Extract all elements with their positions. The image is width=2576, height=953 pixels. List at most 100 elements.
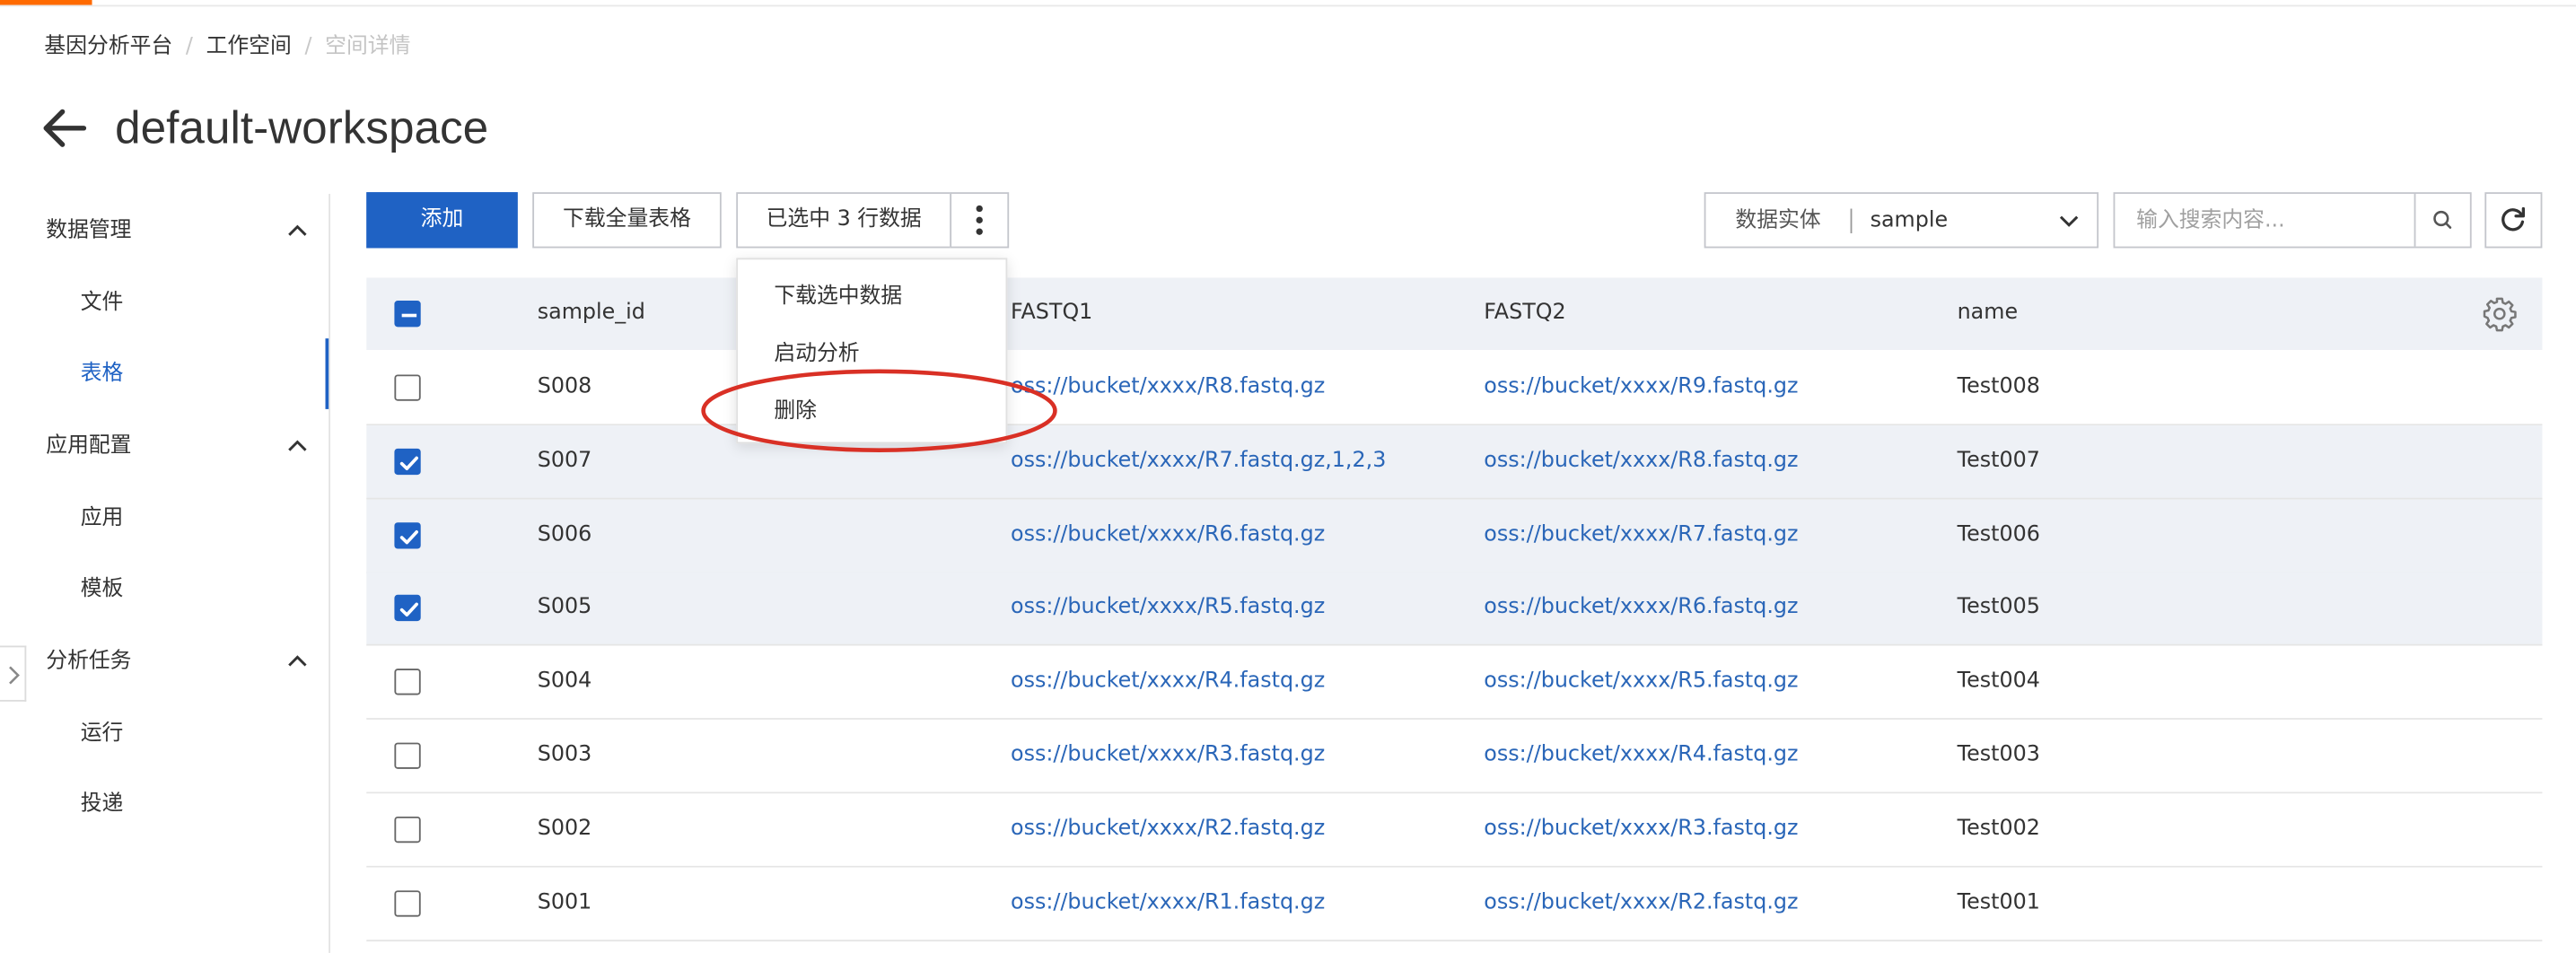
chevron-right-icon <box>9 666 20 685</box>
cell-fastq2-link[interactable]: oss://bucket/xxxx/R6.fastq.gz <box>1484 594 1798 624</box>
sidebar-active-indicator <box>325 338 329 409</box>
row-checkbox[interactable] <box>394 816 421 843</box>
cell-name: Test001 <box>1957 889 2040 915</box>
add-button[interactable]: 添加 <box>366 192 518 249</box>
sidebar-item-apps[interactable]: 应用 <box>81 504 124 534</box>
cell-sample-id: S003 <box>537 742 592 768</box>
cell-fastq2-link[interactable]: oss://bucket/xxxx/R7.fastq.gz <box>1484 520 1798 550</box>
search-icon <box>2433 210 2452 229</box>
data-entity-value: sample <box>1870 208 1949 233</box>
cell-sample-id: S006 <box>537 521 592 546</box>
menu-item-download-selected[interactable]: 下载选中数据 <box>774 283 902 312</box>
cell-fastq1-link[interactable]: oss://bucket/xxxx/R6.fastq.gz <box>1011 520 1325 550</box>
more-actions-button[interactable] <box>950 192 1010 249</box>
cell-sample-id: S008 <box>537 374 592 399</box>
cell-sample-id: S005 <box>537 595 592 620</box>
chevron-up-icon[interactable] <box>283 215 312 245</box>
minus-icon <box>401 313 417 318</box>
table-row[interactable]: S007 oss://bucket/xxxx/R7.fastq.gz,1,2,3 o… <box>366 424 2543 500</box>
row-checkbox[interactable] <box>394 595 421 622</box>
cell-sample-id: S007 <box>537 448 592 473</box>
chevron-up-icon[interactable] <box>283 431 312 460</box>
cell-fastq2-link[interactable]: oss://bucket/xxxx/R2.fastq.gz <box>1484 888 1798 918</box>
table-row[interactable]: S006 oss://bucket/xxxx/R6.fastq.gz oss://b… <box>366 498 2543 573</box>
chevron-up-icon[interactable] <box>283 646 312 676</box>
row-checkbox[interactable] <box>394 521 421 548</box>
breadcrumb-separator: / <box>304 34 312 59</box>
cell-fastq2-link[interactable]: oss://bucket/xxxx/R3.fastq.gz <box>1484 815 1798 844</box>
column-header-sample-id[interactable]: sample_id <box>538 299 645 328</box>
cell-name: Test008 <box>1957 374 2040 399</box>
sidebar-collapse-toggle[interactable] <box>0 645 27 702</box>
cell-fastq2-link[interactable]: oss://bucket/xxxx/R4.fastq.gz <box>1484 741 1798 771</box>
row-checkbox[interactable] <box>394 742 421 769</box>
data-entity-separator <box>1850 208 1853 233</box>
breadcrumb-separator: / <box>185 34 193 59</box>
cell-sample-id: S002 <box>537 816 592 842</box>
cell-name: Test003 <box>1957 742 2040 768</box>
download-all-table-button[interactable]: 下载全量表格 <box>532 192 722 249</box>
cell-fastq1-link[interactable]: oss://bucket/xxxx/R4.fastq.gz <box>1011 668 1325 697</box>
sidebar-item-tables[interactable]: 表格 <box>81 360 124 389</box>
row-checkbox[interactable] <box>394 448 421 475</box>
delete-highlight-annotation <box>701 369 1057 452</box>
sidebar-item-templates[interactable]: 模板 <box>81 575 124 605</box>
cell-fastq2-link[interactable]: oss://bucket/xxxx/R8.fastq.gz <box>1484 447 1798 476</box>
sidebar-group-analysis-tasks[interactable]: 分析任务 <box>46 647 131 677</box>
column-header-name[interactable]: name <box>1958 299 2019 328</box>
page-title: default-workspace <box>115 101 489 153</box>
sidebar-divider <box>329 194 331 953</box>
cell-fastq1-link[interactable]: oss://bucket/xxxx/R3.fastq.gz <box>1011 741 1325 771</box>
selected-rows-button[interactable]: 已选中 3 行数据 <box>736 192 952 249</box>
cell-name: Test004 <box>1957 669 2040 694</box>
column-header-fastq1[interactable]: FASTQ1 <box>1011 299 1092 328</box>
table-row[interactable]: S004 oss://bucket/xxxx/R4.fastq.gz oss://b… <box>366 645 2543 721</box>
breadcrumb-item-platform[interactable]: 基因分析平台 <box>44 34 172 60</box>
cell-name: Test005 <box>1957 595 2040 620</box>
cell-name: Test007 <box>1957 448 2040 473</box>
breadcrumb-item-workspace[interactable]: 工作空间 <box>206 34 292 60</box>
table-row[interactable]: S005 oss://bucket/xxxx/R5.fastq.gz oss://b… <box>366 572 2543 647</box>
row-checkbox[interactable] <box>394 374 421 401</box>
cell-fastq1-link[interactable]: oss://bucket/xxxx/R7.fastq.gz,1,2,3 <box>1011 447 1386 476</box>
chevron-down-icon <box>2059 215 2079 227</box>
search-button[interactable] <box>2414 194 2470 247</box>
table-row[interactable]: S002 oss://bucket/xxxx/R2.fastq.gz oss://b… <box>366 792 2543 868</box>
column-header-fastq2[interactable]: FASTQ2 <box>1484 299 1565 328</box>
refresh-button[interactable] <box>2484 192 2543 249</box>
breadcrumb: 基因分析平台 / 工作空间 / 空间详情 <box>44 34 410 60</box>
cell-fastq2-link[interactable]: oss://bucket/xxxx/R9.fastq.gz <box>1484 373 1798 403</box>
table-header: sample_id FASTQ1 FASTQ2 name <box>366 277 2543 350</box>
row-checkbox[interactable] <box>394 889 421 916</box>
cell-fastq1-link[interactable]: oss://bucket/xxxx/R2.fastq.gz <box>1011 815 1325 844</box>
search-input[interactable] <box>2115 194 2414 247</box>
select-all-checkbox[interactable] <box>394 301 421 328</box>
cell-sample-id: S004 <box>537 669 592 694</box>
row-checkbox[interactable] <box>394 669 421 695</box>
cell-fastq1-link[interactable]: oss://bucket/xxxx/R5.fastq.gz <box>1011 594 1325 624</box>
cell-fastq1-link[interactable]: oss://bucket/xxxx/R1.fastq.gz <box>1011 888 1325 918</box>
check-icon <box>399 456 418 470</box>
breadcrumb-item-current: 空间详情 <box>325 34 411 59</box>
table-row[interactable]: S008 oss://bucket/xxxx/R8.fastq.gz oss://b… <box>366 351 2543 426</box>
sidebar-item-runs[interactable]: 运行 <box>81 720 124 749</box>
top-divider <box>0 4 2576 7</box>
sidebar-item-submissions[interactable]: 投递 <box>81 791 124 820</box>
check-icon <box>399 529 418 544</box>
cell-name: Test002 <box>1957 816 2040 842</box>
sidebar-item-files[interactable]: 文件 <box>81 289 124 319</box>
refresh-icon <box>2502 206 2525 232</box>
back-arrow-icon[interactable] <box>39 105 89 151</box>
data-entity-select[interactable]: 数据实体 sample <box>1704 192 2099 249</box>
table-row[interactable]: S003 oss://bucket/xxxx/R3.fastq.gz oss://b… <box>366 719 2543 794</box>
sidebar-group-app-config[interactable]: 应用配置 <box>46 433 131 462</box>
more-vertical-icon <box>976 205 983 235</box>
cell-fastq2-link[interactable]: oss://bucket/xxxx/R5.fastq.gz <box>1484 668 1798 697</box>
table-row[interactable]: S001 oss://bucket/xxxx/R1.fastq.gz oss://b… <box>366 866 2543 941</box>
cell-sample-id: S001 <box>537 889 592 915</box>
sidebar-group-data-management[interactable]: 数据管理 <box>46 217 131 247</box>
search-box <box>2113 192 2472 249</box>
cell-name: Test006 <box>1957 521 2040 546</box>
gear-icon[interactable] <box>2482 296 2518 332</box>
data-entity-label: 数据实体 <box>1735 208 1821 233</box>
